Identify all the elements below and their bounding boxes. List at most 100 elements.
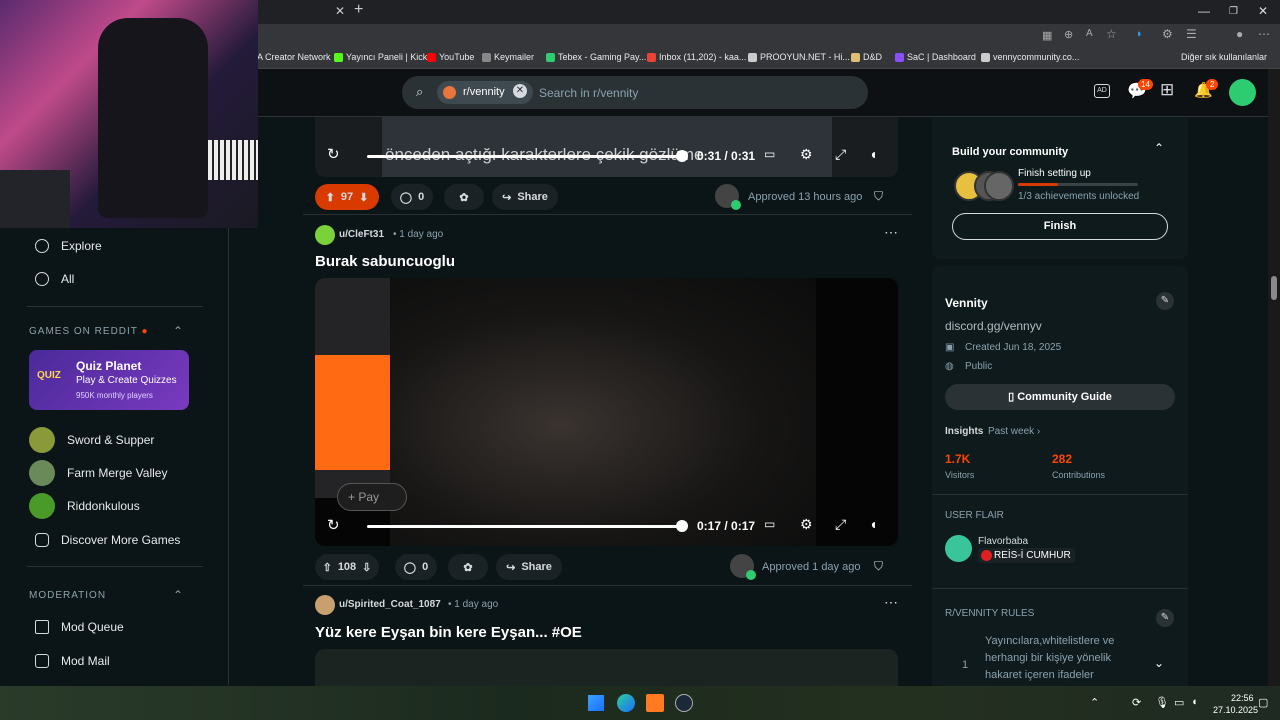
app-taskbar-icon[interactable] xyxy=(646,694,664,712)
upvote-icon[interactable]: ⇧ xyxy=(323,561,332,574)
scrollbar-thumb[interactable] xyxy=(1271,276,1277,300)
award-button[interactable]: ✿ xyxy=(448,554,488,580)
captions-icon[interactable]: ▭ xyxy=(764,517,775,531)
extensions-icon[interactable]: ⚙ xyxy=(1162,27,1173,41)
downvote-icon[interactable]: ⬇ xyxy=(359,191,368,204)
progress-track[interactable] xyxy=(367,155,683,158)
volume-icon[interactable]: ◖ xyxy=(869,146,877,162)
post-title[interactable]: Burak sabuncuoglu xyxy=(315,253,455,270)
bookmark-item[interactable]: vennycommunity.co... xyxy=(981,52,1079,62)
notification-center-icon[interactable]: ▢ xyxy=(1258,696,1268,709)
rule-text[interactable]: Yayıncılara,whitelistlere ve herhangi bi… xyxy=(985,633,1145,684)
upvote-icon[interactable]: ⬆ xyxy=(326,191,335,204)
post-overflow-icon[interactable]: ⋯ xyxy=(884,224,898,241)
steam-taskbar-icon[interactable] xyxy=(675,694,693,712)
other-bookmarks[interactable]: Diğer sık kullanılanlar xyxy=(1181,52,1267,62)
video-player-2[interactable]: + Pay ↻ 0:17 / 0:17 ▭ ⚙ ⤢ ◖ xyxy=(315,278,898,546)
windows-start-icon[interactable] xyxy=(588,695,604,711)
profile-icon[interactable]: ● xyxy=(1236,27,1243,41)
video-player-3[interactable] xyxy=(315,649,898,686)
extension-icon[interactable]: ◗ xyxy=(1136,28,1143,40)
captions-icon[interactable]: ▭ xyxy=(764,147,775,161)
volume-icon[interactable]: ◖ xyxy=(869,516,877,532)
mic-icon[interactable]: 🎙 xyxy=(1155,696,1169,709)
settings-icon[interactable]: ⚙ xyxy=(800,516,813,533)
community-guide-button[interactable]: ▯ Community Guide xyxy=(945,384,1175,410)
discover-more-games[interactable]: Discover More Games xyxy=(35,533,180,547)
minimize-icon[interactable]: — xyxy=(1198,4,1210,18)
new-tab-icon[interactable]: + xyxy=(354,1,363,19)
clear-chip-icon[interactable]: ✕ xyxy=(513,84,527,98)
app-icon[interactable]: ▦ xyxy=(1042,29,1052,42)
nav-all[interactable]: All xyxy=(35,272,74,286)
vote-control[interactable]: ⬆ 97 ⬇ xyxy=(315,184,379,210)
finish-button[interactable]: Finish xyxy=(952,213,1168,240)
mod-queue[interactable]: Mod Queue xyxy=(35,620,124,634)
bookmark-item[interactable]: SaC | Dashboard xyxy=(895,52,976,62)
game-farm-merge[interactable]: Farm Merge Valley xyxy=(29,460,167,486)
share-button[interactable]: ↪ Share xyxy=(496,554,562,580)
bookmark-item[interactable]: Tebex - Gaming Pay... xyxy=(546,52,646,62)
award-button[interactable]: ✿ xyxy=(444,184,484,210)
mod-shield-icon[interactable]: ⛉ xyxy=(874,189,883,204)
mod-mail[interactable]: Mod Mail xyxy=(35,654,110,668)
chevron-up-icon[interactable]: ⌃ xyxy=(173,588,183,602)
fullscreen-icon[interactable]: ⤢ xyxy=(835,146,846,163)
read-aloud-icon[interactable]: A xyxy=(1086,28,1093,39)
chevron-down-icon[interactable]: ⌄ xyxy=(1154,656,1164,670)
edit-icon[interactable]: ✎ xyxy=(1156,292,1174,310)
clock-time[interactable]: 22:56 xyxy=(1231,693,1254,703)
comments-button[interactable]: ◯ 0 xyxy=(391,184,433,210)
author-avatar[interactable] xyxy=(315,225,335,245)
video-player-1[interactable]: önceden açtığı karakterlere çekik gözlüm… xyxy=(315,117,898,177)
community-link[interactable]: discord.gg/vennyv xyxy=(945,319,1042,333)
user-avatar[interactable] xyxy=(1229,79,1256,106)
moderation-section-header[interactable]: MODERATION xyxy=(29,590,106,601)
sync-icon[interactable]: ⟳ xyxy=(1132,696,1141,709)
favorites-icon[interactable]: ☰ xyxy=(1186,27,1197,41)
mod-shield-icon[interactable]: ⛉ xyxy=(874,559,883,574)
bookmark-item[interactable]: YouTube xyxy=(427,52,474,62)
share-button[interactable]: ↪ Share xyxy=(492,184,558,210)
replay-icon[interactable]: ↻ xyxy=(327,516,340,534)
downvote-icon[interactable]: ⇩ xyxy=(362,561,371,574)
edge-taskbar-icon[interactable] xyxy=(617,694,635,712)
post-author[interactable]: u/CleFt31 xyxy=(339,229,384,240)
game-sword-supper[interactable]: Sword & Supper xyxy=(29,427,154,453)
bookmark-item[interactable]: D&D xyxy=(851,52,882,62)
volume-tray-icon[interactable]: ◖ xyxy=(1191,696,1198,708)
chevron-up-icon[interactable]: ⌃ xyxy=(1154,141,1164,155)
restore-icon[interactable]: ❐ xyxy=(1229,6,1238,17)
zoom-icon[interactable]: ⊕ xyxy=(1064,28,1073,41)
comments-button[interactable]: ◯ 0 xyxy=(395,554,437,580)
create-post-icon[interactable]: ⊞ xyxy=(1160,80,1174,100)
bookmark-item[interactable]: Yayıncı Paneli | Kick xyxy=(334,52,427,62)
progress-knob[interactable] xyxy=(676,150,688,162)
fullscreen-icon[interactable]: ⤢ xyxy=(835,516,846,533)
nav-explore[interactable]: Explore xyxy=(35,239,102,253)
clock-date[interactable]: 27.10.2025 xyxy=(1213,705,1258,715)
vote-control[interactable]: ⇧ 108 ⇩ xyxy=(315,554,379,580)
quiz-planet-card[interactable]: QUIZ Quiz Planet Play & Create Quizzes 9… xyxy=(29,350,189,410)
flair-tag[interactable]: REİS-İ CUMHUR xyxy=(978,548,1075,563)
post-overflow-icon[interactable]: ⋯ xyxy=(884,594,898,611)
post-title[interactable]: Yüz kere Eyşan bin kere Eyşan... #OE xyxy=(315,624,582,641)
author-avatar[interactable] xyxy=(315,595,335,615)
edit-rules-icon[interactable]: ✎ xyxy=(1156,609,1174,627)
chevron-up-icon[interactable]: ⌃ xyxy=(173,324,183,338)
progress-track[interactable] xyxy=(367,525,683,528)
replay-icon[interactable]: ↻ xyxy=(327,145,340,163)
community-chip[interactable]: r/vennity ✕ xyxy=(437,81,533,104)
settings-icon[interactable]: ⚙ xyxy=(800,146,813,163)
network-icon[interactable]: ▭ xyxy=(1174,696,1184,709)
close-window-icon[interactable]: ✕ xyxy=(1258,4,1268,18)
post-author[interactable]: u/Spirited_Coat_1087 xyxy=(339,599,441,610)
game-riddonkulous[interactable]: Riddonkulous xyxy=(29,493,140,519)
ads-icon[interactable]: AD xyxy=(1094,84,1110,98)
search-input[interactable]: Search in r/vennity xyxy=(539,86,638,100)
games-section-header[interactable]: GAMES ON REDDIT ● xyxy=(29,326,149,337)
favorite-star-icon[interactable]: ☆ xyxy=(1106,27,1117,41)
insights-period-link[interactable]: Past week › xyxy=(988,426,1040,437)
close-tab-icon[interactable]: ✕ xyxy=(335,4,345,18)
bookmark-item[interactable]: Keymailer xyxy=(482,52,534,62)
